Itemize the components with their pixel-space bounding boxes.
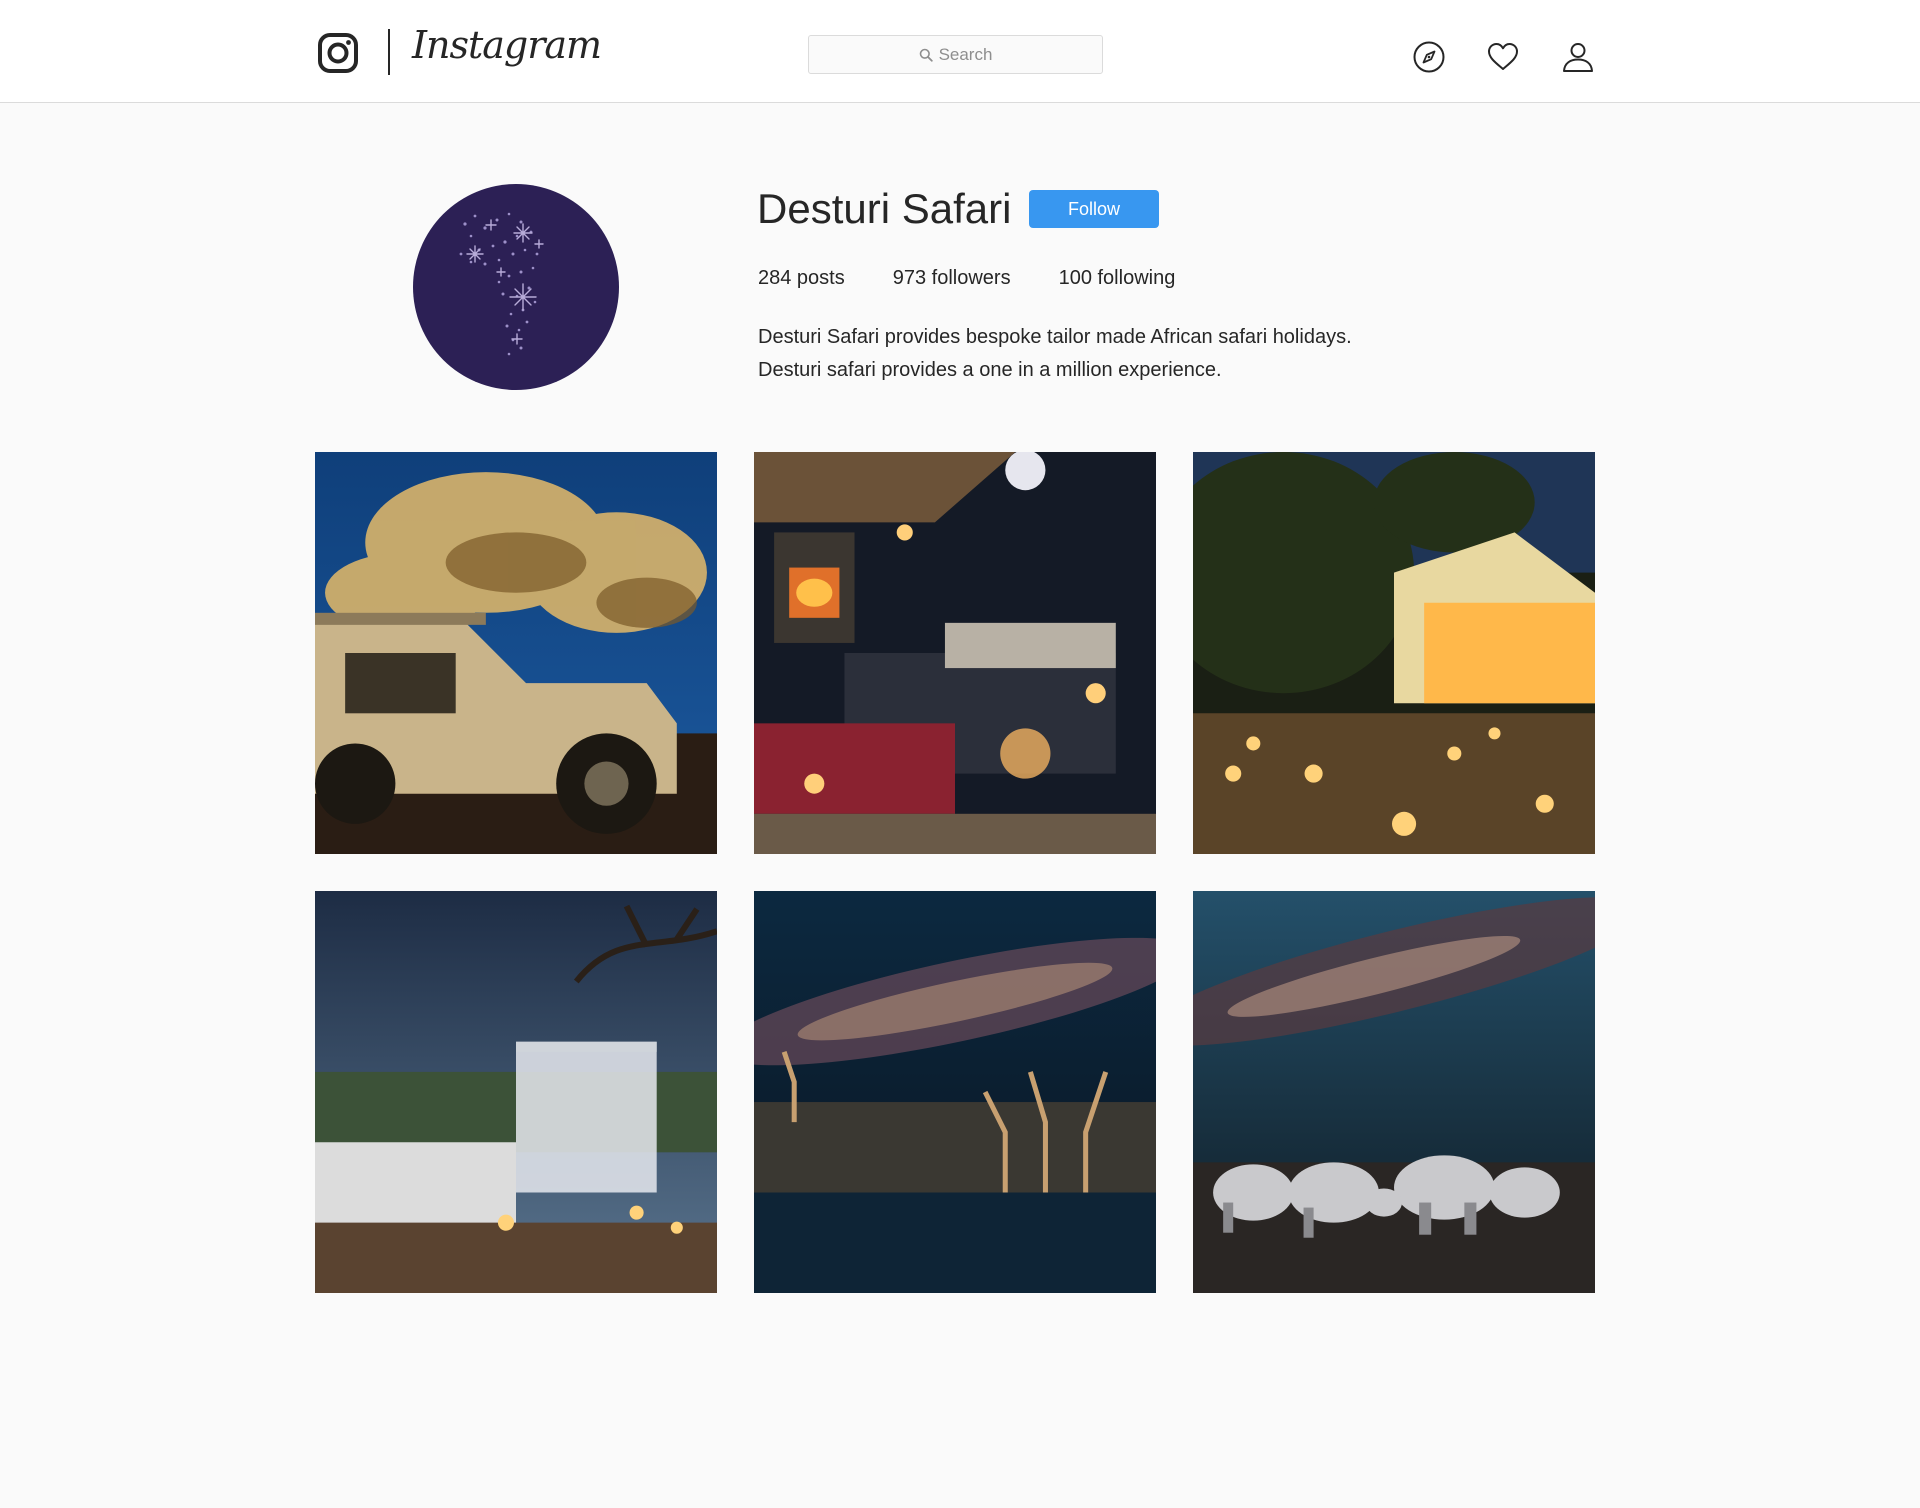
bio-line: Desturi Safari provides bespoke tailor m… (758, 326, 1352, 348)
instagram-camera-icon[interactable] (317, 32, 359, 74)
post-thumbnail-lantern-tent[interactable] (1193, 452, 1595, 854)
search-icon (919, 48, 933, 62)
avatar[interactable] (413, 184, 619, 390)
profile-stats: 284 posts 973 followers 100 following (758, 267, 1223, 290)
top-navigation-bar: Instagram Search (0, 0, 1920, 103)
instagram-wordmark[interactable]: Instagram (412, 26, 602, 64)
compass-icon[interactable] (1412, 40, 1446, 74)
heart-icon[interactable] (1486, 40, 1520, 74)
post-thumbnail-canopy-bed[interactable] (315, 891, 717, 1293)
starry-africa-logo (459, 212, 544, 356)
profile-bio: Desturi Safari provides bespoke tailor m… (758, 321, 1558, 387)
user-icon[interactable] (1561, 40, 1595, 74)
follow-button[interactable]: Follow (1029, 190, 1159, 228)
post-thumbnail-giraffes-milky-way[interactable] (754, 891, 1156, 1293)
bio-line: Desturi safari provides a one in a milli… (758, 359, 1222, 381)
following-count[interactable]: 100 following (1059, 267, 1176, 290)
post-thumbnail-elephants-milky-way[interactable] (1193, 891, 1595, 1293)
search-input[interactable]: Search (808, 35, 1103, 74)
post-thumbnail-safari-vehicle[interactable] (315, 452, 717, 854)
search-placeholder: Search (938, 44, 993, 64)
logo-divider (388, 29, 390, 75)
followers-count[interactable]: 973 followers (893, 267, 1011, 290)
profile-username: Desturi Safari (757, 185, 1012, 232)
posts-count: 284 posts (758, 267, 845, 289)
post-thumbnail-outdoor-bedroom[interactable] (754, 452, 1156, 854)
